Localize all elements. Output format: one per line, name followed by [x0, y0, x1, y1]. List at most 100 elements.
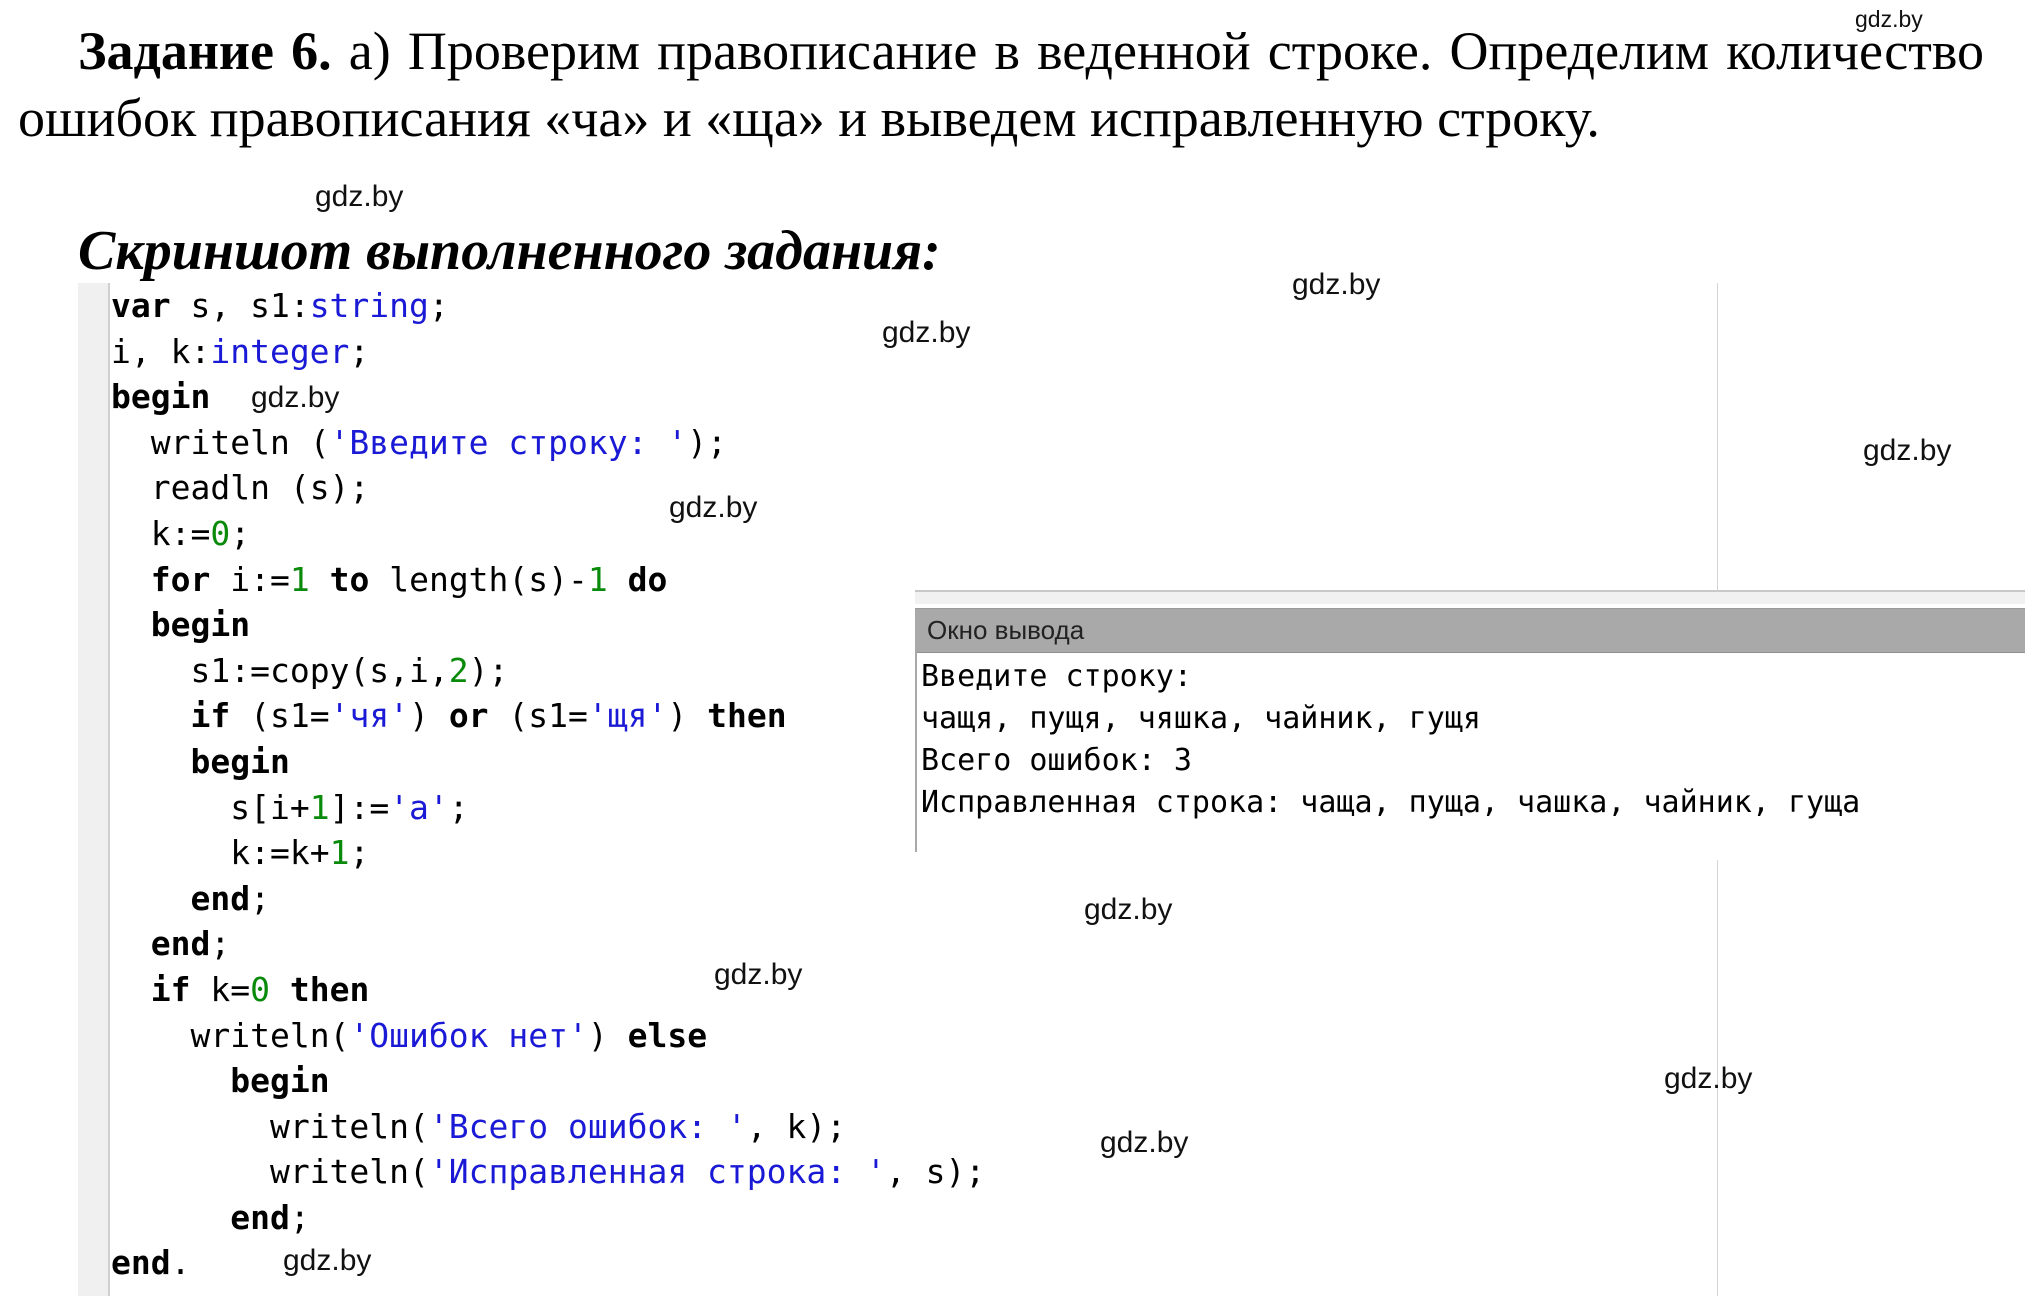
code-text: writeln(: [190, 1015, 350, 1055]
code-text: ;: [289, 1197, 310, 1237]
code-text: k=: [190, 969, 251, 1009]
number-literal: 1: [329, 833, 350, 873]
keyword: for: [150, 559, 211, 599]
watermark: gdz.by: [1100, 1126, 1189, 1159]
keyword: var: [111, 286, 171, 325]
editor-gutter: [78, 283, 108, 1296]
watermark: gdz.by: [315, 180, 404, 213]
code-listing[interactable]: var s, s1:string; i, k:integer; begin wr…: [111, 283, 985, 1286]
keyword: begin: [190, 741, 290, 781]
keyword: end: [190, 878, 251, 918]
watermark: gdz.by: [882, 316, 971, 349]
code-text: );: [687, 422, 727, 462]
code-text: , k);: [746, 1106, 847, 1146]
output-window-top-border: [915, 590, 2025, 604]
code-line-11: begin: [111, 741, 290, 781]
watermark: gdz.by: [251, 381, 340, 414]
keyword: end: [150, 924, 211, 964]
task-label: Задание 6.: [78, 21, 332, 81]
code-line-7: for i:=1 to length(s)-1 do: [111, 559, 668, 599]
screenshot-caption: Скриншот выполненного задания:: [78, 220, 941, 282]
code-text: writeln (: [150, 422, 330, 462]
watermark: gdz.by: [1855, 6, 1923, 32]
code-text: ;: [250, 878, 270, 918]
code-line-22: end.: [111, 1243, 190, 1282]
keyword: end: [230, 1197, 290, 1237]
code-text: ;: [448, 787, 469, 827]
output-line: Введите строку:: [921, 659, 1192, 694]
code-line-14: end;: [111, 878, 270, 918]
number-literal: 0: [250, 969, 270, 1009]
number-literal: 1: [289, 559, 310, 599]
keyword: begin: [150, 605, 251, 645]
code-text: s, s1:: [170, 286, 310, 325]
code-line-6: k:=0;: [111, 514, 250, 553]
string-literal: 'щя': [587, 696, 668, 736]
code-line-10: if (s1='чя') or (s1='щя') then: [111, 696, 787, 736]
code-line-21: end;: [111, 1197, 310, 1237]
type-name: integer: [210, 331, 350, 371]
output-window-left-border: [915, 652, 917, 852]
code-line-2: i, k:integer;: [111, 332, 369, 371]
number-literal: 0: [210, 513, 231, 553]
code-text: s1:=copy(s,i,: [190, 650, 449, 690]
keyword: then: [289, 969, 370, 1009]
keyword: begin: [230, 1061, 330, 1101]
gutter-divider: [108, 283, 110, 1296]
output-window-header: Окно вывода: [915, 608, 2025, 653]
task-paragraph: Задание 6. а) Проверим правописание в ве…: [18, 18, 1984, 152]
watermark: gdz.by: [1292, 268, 1381, 301]
code-text: ;: [349, 331, 370, 371]
number-literal: 2: [448, 650, 469, 690]
code-text: k:=k+: [230, 833, 330, 873]
code-line-9: s1:=copy(s,i,2);: [111, 651, 508, 690]
code-text: writeln(: [269, 1106, 429, 1146]
keyword: do: [627, 559, 668, 599]
code-line-5: readln (s);: [111, 468, 370, 508]
type-name: string: [309, 286, 429, 325]
code-line-1: var s, s1:string;: [111, 286, 449, 325]
code-line-12: s[i+1]:='a';: [111, 787, 469, 827]
keyword: else: [627, 1015, 708, 1055]
code-text: s[i+: [230, 787, 310, 827]
watermark: gdz.by: [669, 491, 758, 524]
code-line-3: begin: [111, 377, 210, 416]
code-text: .: [170, 1243, 191, 1283]
output-line: Исправленная строка: чаща, пуща, чашка, …: [921, 785, 1861, 820]
keyword: begin: [111, 377, 211, 417]
string-literal: 'Введите строку: ': [329, 422, 688, 462]
code-line-18: begin: [111, 1061, 330, 1101]
code-text: readln (s);: [150, 468, 370, 508]
code-text: i, k:: [111, 331, 211, 371]
watermark: gdz.by: [1084, 893, 1173, 926]
watermark: gdz.by: [1863, 434, 1952, 467]
number-literal: 1: [587, 559, 608, 599]
watermark: gdz.by: [283, 1244, 372, 1277]
code-text: (s1=: [230, 696, 330, 736]
code-text: ): [409, 696, 449, 736]
watermark: gdz.by: [714, 958, 803, 991]
code-text: ): [587, 1015, 628, 1055]
code-text: writeln(: [269, 1152, 429, 1192]
string-literal: 'a': [389, 787, 449, 827]
output-window[interactable]: Окно вывода Введите строку: чащя, пущя, …: [915, 590, 2025, 860]
output-text[interactable]: Введите строку: чащя, пущя, чяшка, чайни…: [921, 656, 1860, 824]
code-text: ): [667, 696, 708, 736]
keyword: then: [707, 696, 787, 736]
code-text: ;: [230, 513, 251, 553]
string-literal: 'чя': [329, 696, 410, 736]
output-line: Всего ошибок: 3: [921, 743, 1192, 778]
string-literal: 'Ошибок нет': [349, 1015, 588, 1055]
keyword: if: [190, 696, 231, 736]
code-text: i:=: [210, 559, 290, 599]
code-line-4: writeln ('Введите строку: ');: [111, 423, 727, 462]
code-text: ;: [349, 833, 370, 873]
code-line-19: writeln('Всего ошибок: ', k);: [111, 1107, 846, 1146]
code-line-16: if k=0 then: [111, 969, 370, 1009]
code-line-17: writeln('Ошибок нет') else: [111, 1016, 707, 1055]
code-text: length(s)-: [369, 559, 588, 599]
code-line-20: writeln('Исправленная строка: ', s);: [111, 1152, 985, 1191]
